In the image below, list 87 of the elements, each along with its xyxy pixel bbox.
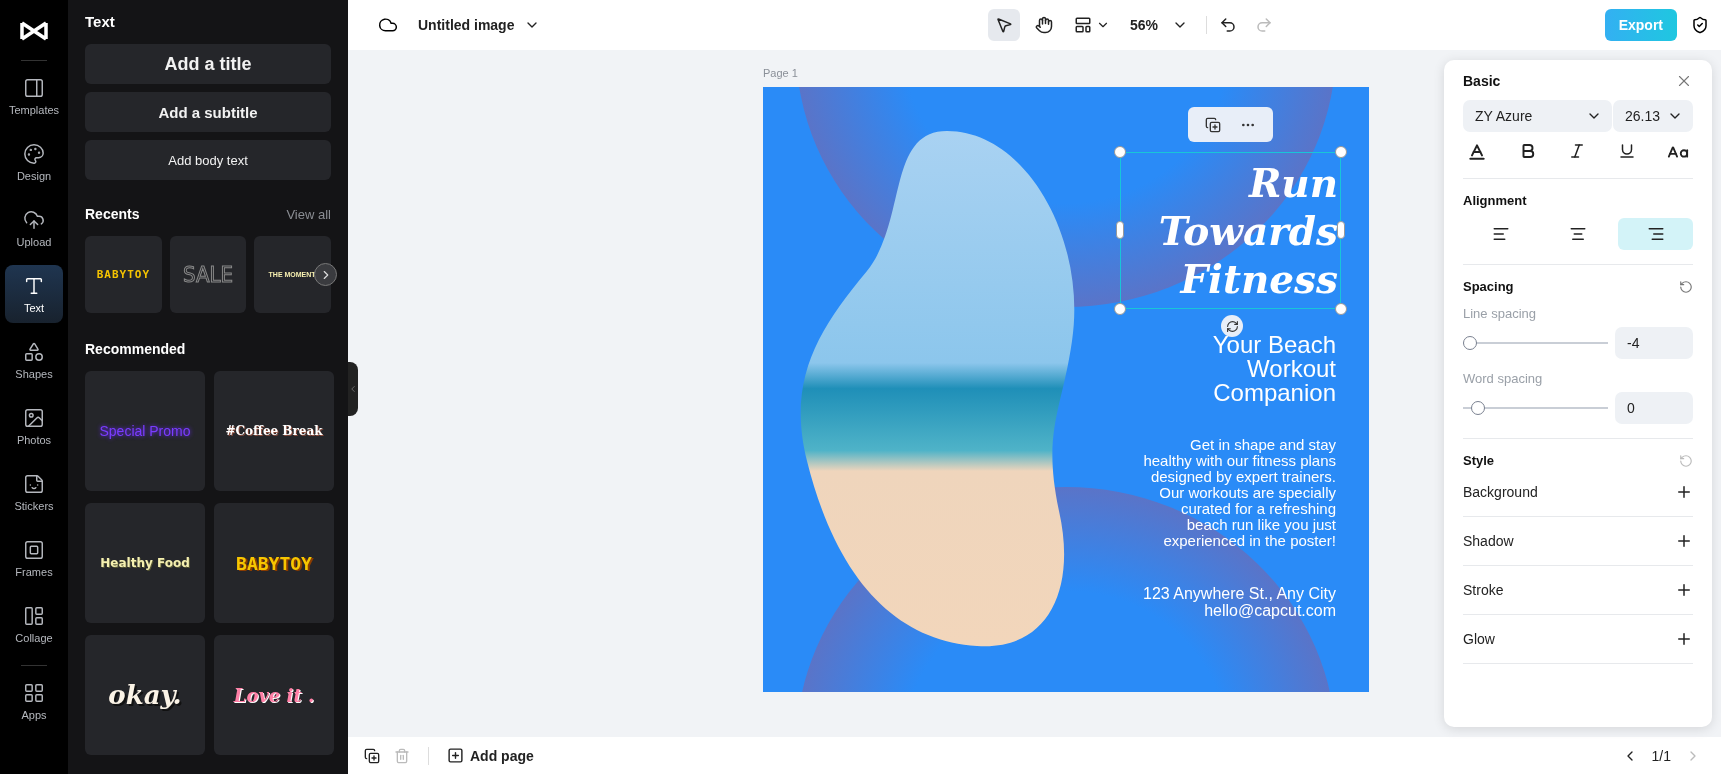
pointer-icon [995, 16, 1014, 34]
page-label: Page 1 [763, 67, 799, 79]
layout-icon [1074, 16, 1093, 34]
slider-track[interactable] [1463, 336, 1608, 350]
nav-item[interactable]: Frames [5, 529, 63, 587]
nav-item[interactable]: Design [5, 133, 63, 191]
nav-item[interactable]: Upload [5, 199, 63, 257]
poster-contact: 123 Anywhere St., Any City hello@capcut.com [1143, 585, 1336, 619]
field-label: Word spacing [1463, 371, 1544, 386]
add-text-button[interactable]: Add a title [85, 44, 331, 84]
nav-item[interactable]: Templates [5, 67, 63, 125]
poster-title: Run Towards Fitness [1158, 158, 1338, 303]
shield-check-icon[interactable] [1691, 16, 1709, 34]
text-style-card[interactable]: okay. [85, 635, 205, 755]
nav-item[interactable]: Photos [5, 397, 63, 455]
style-option-label: Shadow [1463, 533, 1514, 549]
cloud-upload-icon [23, 208, 45, 231]
text-style-card[interactable]: Love it . [214, 635, 334, 755]
square-plus-icon [447, 747, 464, 764]
resize-handle[interactable] [1116, 221, 1124, 239]
section-title: Basic [1463, 73, 1501, 89]
shapes-icon [23, 340, 45, 363]
style-option-label: Stroke [1463, 582, 1504, 598]
nav-item[interactable]: Apps [5, 672, 63, 730]
style-option-label: Background [1463, 484, 1538, 500]
align-left-icon [1491, 225, 1510, 243]
section-title: Spacing [1463, 279, 1514, 294]
file-title-button[interactable]: Untitled image [412, 16, 547, 34]
plus-icon[interactable] [1675, 483, 1693, 501]
image-icon [23, 406, 45, 429]
grid-icon [23, 681, 45, 704]
collapse-handle[interactable] [348, 362, 358, 416]
align-center-icon [1569, 225, 1587, 243]
resize-handle[interactable] [1337, 221, 1345, 239]
number-field[interactable]: 0 [1615, 392, 1693, 424]
tool-button[interactable] [988, 9, 1021, 41]
rotate-handle[interactable] [1221, 315, 1243, 337]
font-size-dropdown[interactable]: 26.13 [1613, 100, 1693, 132]
frame-icon [23, 538, 45, 561]
nav-item[interactable]: Text [5, 265, 63, 323]
font-dropdown[interactable]: ZY Azure [1463, 100, 1612, 132]
poster-body-text: Get in shape and stay healthy with our fitness plans designed by expert trainers. Our workouts are specially curated for a refreshing beach run like you just experienced in the poster! [1143, 437, 1336, 549]
add-page-button[interactable]: Add page [447, 747, 534, 764]
undo-icon[interactable] [1219, 16, 1238, 34]
collage-icon [23, 604, 45, 627]
duplicate-icon[interactable] [364, 747, 380, 764]
text-style-card[interactable]: #Coffee Break [214, 371, 334, 491]
cloud-icon[interactable] [378, 15, 398, 35]
section-title: Recents [85, 206, 140, 222]
sticker-icon [23, 472, 45, 495]
plus-icon[interactable] [1675, 532, 1693, 550]
section-title: Style [1463, 453, 1495, 468]
text-style-card[interactable]: BABYTOY [214, 503, 334, 623]
section-title: Recommended [85, 341, 186, 357]
style-option-label: Glow [1463, 631, 1495, 647]
hand-icon [1035, 16, 1054, 34]
duplicate-icon[interactable] [1205, 116, 1222, 133]
section-title: Alignment [1463, 193, 1528, 208]
slider-thumb[interactable] [1470, 401, 1485, 415]
view-all-link[interactable]: View all [286, 206, 331, 222]
text-style-card[interactable]: SALE [169, 236, 247, 313]
poster-subtitle: Your Beach Workout Companion [1212, 333, 1336, 405]
nav-item[interactable]: Shapes [5, 331, 63, 389]
field-label: Line spacing [1463, 306, 1537, 321]
text-style-card[interactable]: BABYTOY [85, 236, 162, 313]
slider-thumb[interactable] [1463, 336, 1477, 350]
nav-item[interactable]: Collage [5, 595, 63, 653]
plus-icon[interactable] [1675, 581, 1693, 599]
align-button[interactable] [1618, 218, 1693, 250]
add-text-button[interactable]: Add a subtitle [85, 92, 331, 132]
logo-icon[interactable] [20, 20, 48, 42]
palette-icon [23, 142, 45, 165]
slider-track[interactable] [1463, 401, 1608, 415]
plus-icon[interactable] [1675, 630, 1693, 648]
resize-handle[interactable] [1335, 146, 1347, 158]
add-text-button[interactable]: Add body text [85, 140, 331, 180]
resize-handle[interactable] [1335, 303, 1347, 315]
page-counter: 1/1 [1651, 747, 1671, 764]
number-field[interactable]: -4 [1615, 327, 1693, 359]
panel-title: Text [85, 13, 116, 30]
align-right-icon [1646, 225, 1665, 243]
reset-icon[interactable] [1679, 279, 1693, 294]
nav-item[interactable]: Stickers [5, 463, 63, 521]
text-style-card[interactable]: Healthy Food [85, 503, 205, 623]
panel-icon [23, 76, 45, 99]
zoom-dropdown[interactable]: 56% [1124, 9, 1195, 41]
resize-handle[interactable] [1114, 303, 1126, 315]
